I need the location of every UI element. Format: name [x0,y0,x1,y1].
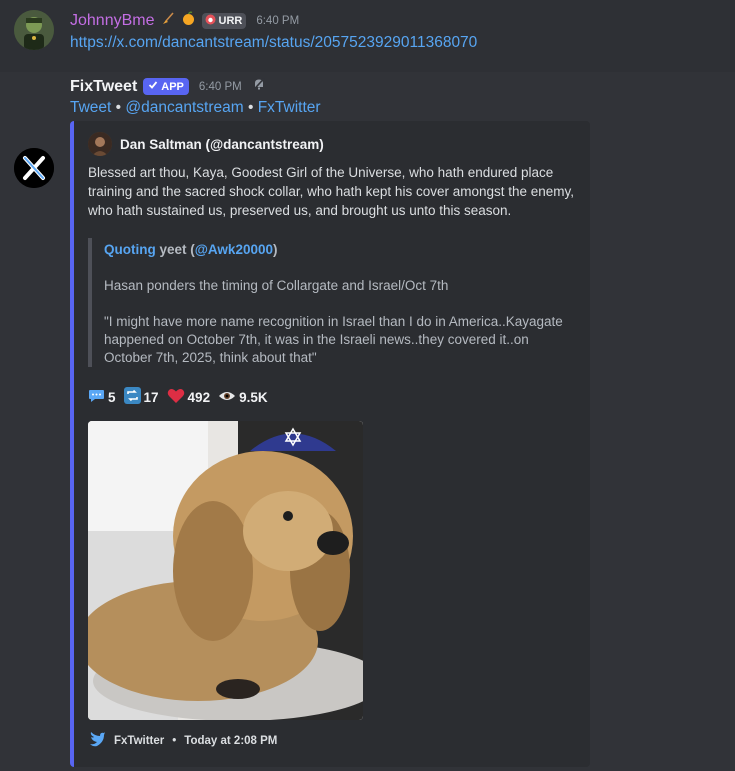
separator: • [243,99,258,116]
likes-stat: 492 [167,388,211,407]
embed-author-name: Dan Saltman (@dancantstream) [120,136,324,152]
app-badge-label: APP [161,80,184,93]
footer-time: Today at 2:08 PM [184,734,278,747]
heart-icon [167,388,185,407]
embed-description: Blessed art thou, Kaya, Goodest Girl of … [88,165,575,218]
separator: • [111,99,126,116]
quoted-tweet: Quoting yeet (@Awk20000) Hasan ponders t… [88,238,578,367]
quote-line-1: Hasan ponders the timing of Collargate a… [104,278,449,293]
replies-count: 5 [108,389,116,405]
footer-separator: • [172,734,177,747]
footer-source: FxTwitter [114,734,165,747]
quote-line-2: "I might have more name recognition in I… [104,314,563,365]
quote-header: Quoting yeet (@Awk20000) [104,241,578,259]
server-tag[interactable]: URR [201,13,247,29]
quote-handle-link[interactable]: @Awk20000 [195,242,273,257]
fxtwitter-logo-icon [88,730,106,751]
embed-author[interactable]: Dan Saltman (@dancantstream) [88,132,324,156]
tweet-link[interactable]: https://x.com/dancantstream/status/20575… [70,34,477,52]
retweet-icon [123,387,141,407]
silent-bell-icon [252,77,266,96]
quoting-link[interactable]: Quoting [104,242,156,257]
avatar-johnnybme[interactable] [14,10,54,50]
retweets-count: 17 [143,389,159,405]
handle-link[interactable]: @dancantstream [125,99,243,116]
views-stat: 9.5K [218,390,268,405]
likes-count: 492 [187,389,211,405]
fxtwitter-link[interactable]: FxTwitter [258,99,321,116]
timestamp[interactable]: 6:40 PM [199,81,242,93]
embed-author-avatar [88,132,112,156]
speech-bubble-icon [88,388,105,407]
timestamp[interactable]: 6:40 PM [256,15,299,27]
quote-paren: ) [272,242,278,257]
check-icon [148,80,158,93]
tag-flame-icon [205,14,216,28]
links-row: Tweet • @dancantstream • FxTwitter [70,99,321,117]
tweet-stats: 5 17 492 9.5K [88,387,272,407]
peach-icon [181,11,196,31]
username[interactable]: JohnnyBme [70,12,155,30]
embed-footer: FxTwitter • Today at 2:08 PM [88,730,277,751]
broom-icon [161,11,175,31]
avatar-fixtweet[interactable] [14,148,54,188]
message-fixtweet: FixTweet APP 6:40 PM Tweet • @dancantstr… [0,72,735,771]
tweet-embed: Dan Saltman (@dancantstream) Blessed art… [70,121,590,767]
app-badge: APP [143,78,189,95]
replies-stat: 5 [88,388,116,407]
message-johnnybme: JohnnyBme URR 6:40 PM https://x.com/danc… [0,0,735,72]
eye-icon [218,390,236,405]
tweet-link[interactable]: Tweet [70,99,111,116]
retweets-stat: 17 [123,387,159,407]
quote-author: yeet ( [155,242,195,257]
server-tag-label: URR [218,15,243,27]
embed-image[interactable] [88,421,363,720]
views-count: 9.5K [239,389,268,405]
username[interactable]: FixTweet [70,78,137,96]
